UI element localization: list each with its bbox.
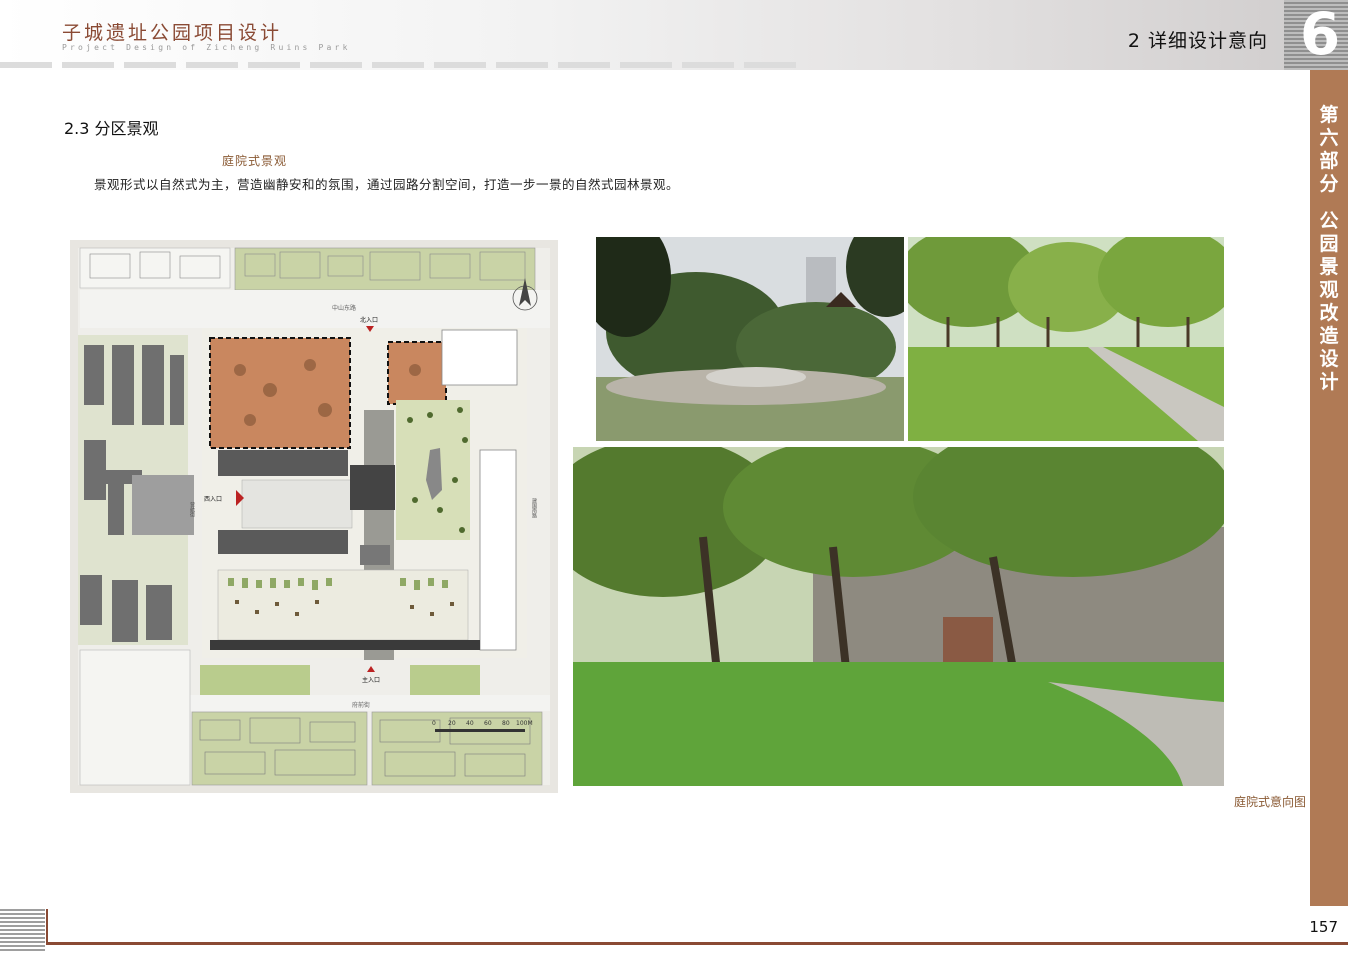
site-plan: 中山东路 府前街 营航街 建国南路 北入口 西入口 主入口 0 20 40 60…	[70, 240, 558, 793]
subsection-heading: 2.3 分区景观	[64, 119, 159, 138]
garden-photo-path	[908, 237, 1224, 441]
scale-label: 20	[448, 720, 456, 727]
scale-label: 80	[502, 720, 510, 727]
side-char: 分	[1319, 173, 1339, 195]
category-label: 庭院式景观	[222, 154, 288, 168]
side-char: 六	[1319, 127, 1339, 149]
side-char: 公	[1319, 210, 1339, 232]
side-char: 造	[1319, 325, 1339, 347]
footer-stripes	[0, 909, 45, 953]
brand-title: 子城遗址公园项目设计	[62, 22, 283, 44]
scale-label: 0	[432, 720, 436, 727]
footer-rule	[46, 942, 1348, 945]
side-char-gap	[1310, 196, 1348, 210]
side-char: 计	[1319, 371, 1339, 393]
side-char: 改	[1319, 302, 1339, 324]
side-char: 设	[1319, 348, 1339, 370]
road-label-bottom: 府前街	[352, 701, 370, 709]
brand-subtitle: Project Design of Zicheng Ruins Park	[62, 43, 351, 52]
page-header: 子城遗址公园项目设计 Project Design of Zicheng Rui…	[0, 0, 1348, 70]
north-entrance-label: 北入口	[360, 316, 378, 324]
garden-photo-rockery	[596, 237, 904, 441]
side-char: 观	[1319, 279, 1339, 301]
description-text: 景观形式以自然式为主，营造幽静安和的氛围，通过园路分割空间，打造一步一景的自然式…	[94, 177, 680, 192]
scale-label: 40	[466, 720, 474, 727]
side-char: 第	[1319, 104, 1339, 126]
west-entrance-label: 西入口	[204, 496, 222, 503]
page-number: 157	[1309, 918, 1338, 936]
road-label-right: 建国南路	[531, 497, 537, 519]
side-char: 部	[1319, 150, 1339, 172]
side-char: 景	[1319, 256, 1339, 278]
chapter-number: 6	[1299, 0, 1341, 68]
side-chapter-title: 第 六 部 分 公 园 景 观 改 造 设 计	[1310, 104, 1348, 394]
road-label-top: 中山东路	[332, 304, 356, 312]
main-entrance-label: 主入口	[362, 676, 380, 684]
side-char: 园	[1319, 233, 1339, 255]
road-label-left: 营航街	[189, 501, 195, 518]
scale-label: 100M	[516, 720, 533, 727]
garden-photo-lawn	[573, 447, 1224, 786]
header-dash-rule	[0, 62, 800, 68]
footer-divider	[46, 909, 48, 945]
photo-caption: 庭院式意向图	[1234, 795, 1307, 809]
scale-label: 60	[484, 720, 492, 727]
section-title: 2 详细设计意向	[1127, 30, 1268, 52]
site-plan-drawing: 中山东路 府前街 营航街 建国南路 北入口 西入口 主入口 0 20 40 60…	[78, 247, 550, 786]
